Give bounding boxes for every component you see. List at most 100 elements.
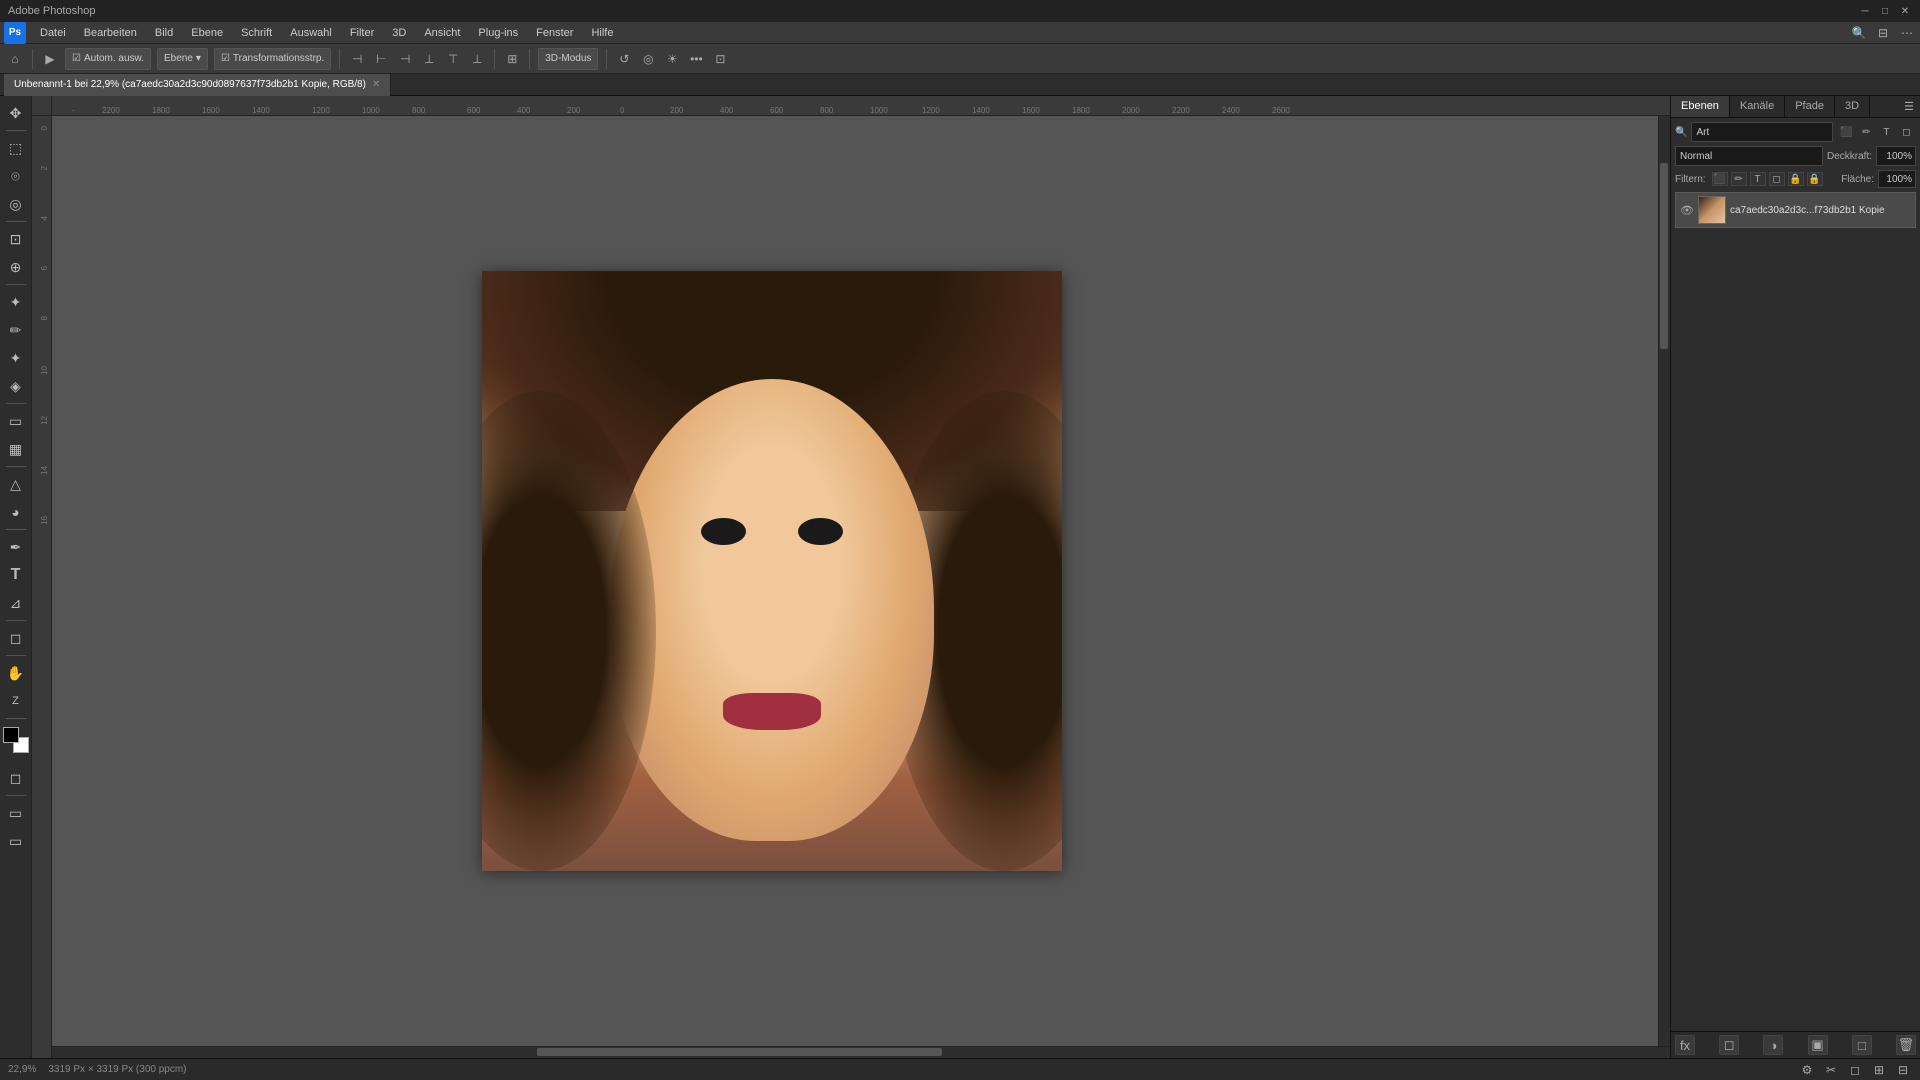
mode-btn[interactable]: 3D-Modus bbox=[538, 48, 598, 70]
auto-select-btn[interactable]: ☑ Autom. ausw. bbox=[65, 48, 151, 70]
more-icon[interactable]: ⋯ bbox=[1898, 24, 1916, 42]
filter-smart-icon[interactable]: 🔒 bbox=[1788, 172, 1804, 186]
menu-fenster[interactable]: Fenster bbox=[528, 25, 581, 41]
zoom-tool[interactable]: Z bbox=[3, 688, 29, 714]
status-icon3[interactable]: ◻ bbox=[1846, 1061, 1864, 1079]
extra-icon[interactable]: ⊡ bbox=[711, 50, 729, 68]
canvas-image[interactable] bbox=[482, 271, 1062, 871]
crop-tool[interactable]: ⊡ bbox=[3, 226, 29, 252]
horizontal-scrollbar-thumb[interactable] bbox=[537, 1048, 942, 1056]
filter-shape-icon[interactable]: ◻ bbox=[1769, 172, 1785, 186]
tab-ebenen[interactable]: Ebenen bbox=[1671, 96, 1730, 117]
document-tab[interactable]: Unbenannt-1 bei 22,9% (ca7aedc30a2d3c90d… bbox=[4, 74, 391, 96]
menu-bild[interactable]: Bild bbox=[147, 25, 181, 41]
dots-icon[interactable]: ••• bbox=[687, 50, 705, 68]
filter-more-icon[interactable]: 🔒 bbox=[1807, 172, 1823, 186]
tool-option-arrow[interactable]: ▶ bbox=[41, 50, 59, 68]
menu-bearbeiten[interactable]: Bearbeiten bbox=[76, 25, 145, 41]
align-center-icon[interactable]: ⊢ bbox=[372, 50, 390, 68]
status-icon1[interactable]: ⚙ bbox=[1798, 1061, 1816, 1079]
align-top-icon[interactable]: ⊥ bbox=[420, 50, 438, 68]
menu-schrift[interactable]: Schrift bbox=[233, 25, 280, 41]
transform-btn[interactable]: ☑ Transformationsstrp. bbox=[214, 48, 331, 70]
color-swatches[interactable] bbox=[3, 727, 29, 753]
align-middle-icon[interactable]: ⊤ bbox=[444, 50, 462, 68]
close-button[interactable]: ✕ bbox=[1898, 4, 1912, 18]
workspace-icon[interactable]: ⊟ bbox=[1874, 24, 1892, 42]
opacity-input[interactable] bbox=[1876, 146, 1916, 166]
refresh-icon[interactable]: ↺ bbox=[615, 50, 633, 68]
menu-plugins[interactable]: Plug-ins bbox=[470, 25, 526, 41]
eraser-tool[interactable]: ▭ bbox=[3, 408, 29, 434]
brush-tool[interactable]: ✏ bbox=[3, 317, 29, 343]
menu-ebene[interactable]: Ebene bbox=[183, 25, 231, 41]
extra-tool[interactable]: ▭ bbox=[3, 828, 29, 854]
pen-tool[interactable]: ✒ bbox=[3, 534, 29, 560]
target-icon[interactable]: ◎ bbox=[639, 50, 657, 68]
clone-tool[interactable]: ✦ bbox=[3, 345, 29, 371]
menu-datei[interactable]: Datei bbox=[32, 25, 74, 41]
new-layer-button[interactable]: □ bbox=[1852, 1035, 1872, 1055]
text-tool[interactable]: T bbox=[3, 562, 29, 588]
layer-group-button[interactable]: ▣ bbox=[1808, 1035, 1828, 1055]
lasso-tool[interactable]: ⌾ bbox=[3, 163, 29, 189]
delete-layer-button[interactable]: 🗑 bbox=[1896, 1035, 1916, 1055]
path-select-tool[interactable]: ⊿ bbox=[3, 590, 29, 616]
foreground-color[interactable] bbox=[3, 727, 19, 743]
panel-menu-icon[interactable]: ☰ bbox=[1898, 96, 1920, 117]
layer-visibility-toggle[interactable]: 👁 bbox=[1680, 203, 1694, 217]
status-icon5[interactable]: ⊟ bbox=[1894, 1061, 1912, 1079]
tab-close-button[interactable]: ✕ bbox=[372, 79, 380, 90]
menu-auswahl[interactable]: Auswahl bbox=[282, 25, 340, 41]
minimize-button[interactable]: ─ bbox=[1858, 4, 1872, 18]
filter-text-icon[interactable]: T bbox=[1750, 172, 1766, 186]
fill-input[interactable] bbox=[1878, 170, 1916, 188]
shape-tool[interactable]: ◻ bbox=[3, 625, 29, 651]
layers-search-input[interactable] bbox=[1691, 122, 1833, 142]
status-icon4[interactable]: ⊞ bbox=[1870, 1061, 1888, 1079]
blur-tool[interactable]: △ bbox=[3, 471, 29, 497]
move-tool[interactable]: ✥ bbox=[3, 100, 29, 126]
layer-row[interactable]: 👁 ca7aedc30a2d3c...f73db2b1 Kopie bbox=[1675, 192, 1916, 228]
frame-tool[interactable]: ▭ bbox=[3, 800, 29, 826]
align-left-icon[interactable]: ⊣ bbox=[348, 50, 366, 68]
tab-kanaele[interactable]: Kanäle bbox=[1730, 96, 1785, 117]
layer-fx-button[interactable]: fx bbox=[1675, 1035, 1695, 1055]
layer-filter-pixel[interactable]: ⬛ bbox=[1837, 124, 1855, 140]
align-bottom-icon[interactable]: ⊥ bbox=[468, 50, 486, 68]
eyedropper-tool[interactable]: ⊕ bbox=[3, 254, 29, 280]
layer-filter-text[interactable]: T bbox=[1877, 124, 1895, 140]
blend-mode-select[interactable]: Normal Multiplizieren Negativ Multiplizi… bbox=[1675, 146, 1823, 166]
horizontal-scrollbar[interactable] bbox=[52, 1046, 1670, 1058]
menu-hilfe[interactable]: Hilfe bbox=[583, 25, 621, 41]
status-icon2[interactable]: ✂ bbox=[1822, 1061, 1840, 1079]
filter-adj-icon[interactable]: ✏ bbox=[1731, 172, 1747, 186]
layer-adj-button[interactable]: ◑ bbox=[1763, 1035, 1783, 1055]
quick-mask-btn[interactable]: ◻ bbox=[3, 765, 29, 791]
tab-pfade[interactable]: Pfade bbox=[1785, 96, 1835, 117]
quick-select-tool[interactable]: ◎ bbox=[3, 191, 29, 217]
layer-filter-adj[interactable]: ✏ bbox=[1857, 124, 1875, 140]
home-icon[interactable]: ⌂ bbox=[6, 50, 24, 68]
light-icon[interactable]: ☀ bbox=[663, 50, 681, 68]
menu-3d[interactable]: 3D bbox=[384, 25, 414, 41]
vertical-scrollbar[interactable] bbox=[1658, 116, 1670, 1046]
dodge-tool[interactable]: ◕ bbox=[3, 499, 29, 525]
layer-mask-button[interactable]: ◻ bbox=[1719, 1035, 1739, 1055]
menu-filter[interactable]: Filter bbox=[342, 25, 382, 41]
distribute-icon[interactable]: ⊞ bbox=[503, 50, 521, 68]
tab-3d[interactable]: 3D bbox=[1835, 96, 1870, 117]
marquee-tool[interactable]: ⬚ bbox=[3, 135, 29, 161]
search-icon[interactable]: 🔍 bbox=[1850, 24, 1868, 42]
filter-pixel-icon[interactable]: ⬛ bbox=[1712, 172, 1728, 186]
align-right-icon[interactable]: ⊣ bbox=[396, 50, 414, 68]
menu-ansicht[interactable]: Ansicht bbox=[416, 25, 468, 41]
history-brush[interactable]: ◈ bbox=[3, 373, 29, 399]
layer-filter-shape[interactable]: ◻ bbox=[1897, 124, 1915, 140]
healing-tool[interactable]: ✦ bbox=[3, 289, 29, 315]
maximize-button[interactable]: □ bbox=[1878, 4, 1892, 18]
gradient-tool[interactable]: ▦ bbox=[3, 436, 29, 462]
hand-tool[interactable]: ✋ bbox=[3, 660, 29, 686]
layer-select-btn[interactable]: Ebene ▾ bbox=[157, 48, 208, 70]
vertical-scrollbar-thumb[interactable] bbox=[1660, 163, 1668, 349]
